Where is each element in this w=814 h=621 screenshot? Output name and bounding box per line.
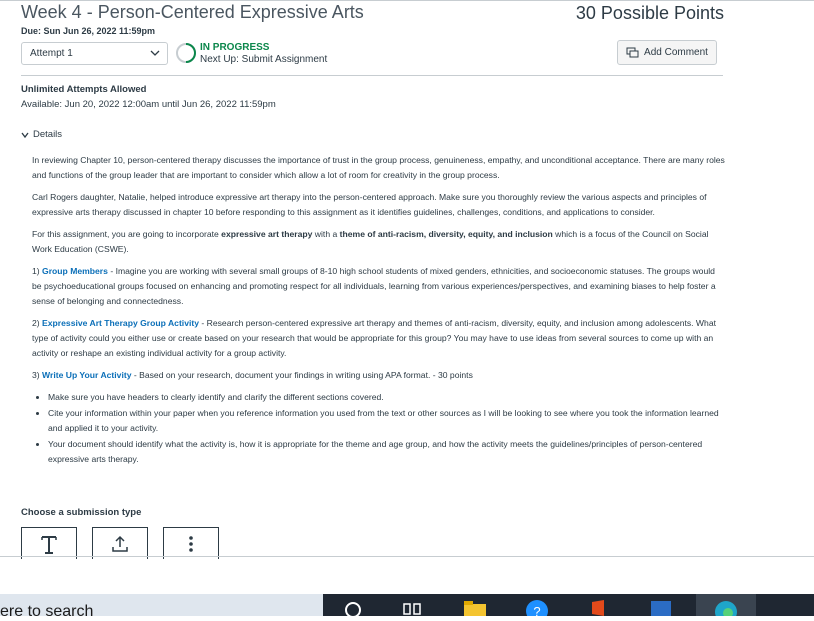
text-entry-button[interactable]	[21, 527, 77, 559]
help-icon[interactable]: ?	[524, 598, 550, 616]
word-icon[interactable]	[648, 598, 674, 616]
section-write-up: 3) Write Up Your Activity - Based on you…	[32, 370, 473, 380]
more-options-button[interactable]	[163, 527, 219, 559]
assignment-details: In reviewing Chapter 10, person-centered…	[32, 153, 726, 468]
office-icon[interactable]	[586, 598, 612, 616]
next-up-text: Next Up: Submit Assignment	[200, 54, 328, 65]
header-divider	[21, 75, 723, 76]
add-comment-button[interactable]: Add Comment	[617, 40, 717, 65]
bottom-divider	[0, 556, 814, 557]
file-upload-button[interactable]	[92, 527, 148, 559]
file-explorer-icon[interactable]	[462, 598, 488, 616]
due-date: Due: Sun Jun 26, 2022 11:59pm	[21, 26, 156, 36]
top-divider	[0, 0, 814, 1]
group-members-link[interactable]: Group Members	[42, 266, 108, 276]
details-paragraph-1: In reviewing Chapter 10, person-centered…	[32, 155, 725, 180]
details-paragraph-3: For this assignment, you are going to in…	[32, 229, 709, 254]
possible-points: 30 Possible Points	[575, 3, 724, 23]
list-item: Cite your information within your paper …	[48, 406, 726, 436]
details-paragraph-2: Carl Rogers daughter, Natalie, helped in…	[32, 192, 707, 217]
list-item: Your document should identify what the a…	[48, 437, 726, 467]
taskbar-search-box[interactable]: ere to search	[0, 603, 93, 621]
svg-text:?: ?	[533, 604, 540, 616]
details-toggle[interactable]: Details	[21, 129, 62, 140]
page-title: Week 4 - Person-Centered Expressive Arts	[21, 2, 364, 22]
attempt-select-value: Attempt 1	[30, 48, 73, 59]
edge-browser-icon[interactable]	[713, 598, 739, 616]
section-group-members: 1) Group Members - Imagine you are worki…	[32, 266, 716, 306]
upload-icon	[112, 535, 128, 552]
submission-type-heading: Choose a submission type	[21, 507, 142, 518]
emphasis-text: expressive art therapy	[221, 229, 313, 239]
more-options-icon	[189, 535, 193, 552]
task-view-icon[interactable]	[400, 598, 426, 616]
list-item: Make sure you have headers to clearly id…	[48, 390, 726, 405]
activity-link[interactable]: Expressive Art Therapy Group Activity	[42, 318, 199, 328]
attempt-select[interactable]: Attempt 1	[21, 42, 168, 65]
chevron-down-icon	[21, 132, 29, 138]
chevron-down-icon	[150, 50, 160, 56]
status-badge: IN PROGRESS	[200, 42, 270, 53]
search-icon[interactable]	[340, 598, 366, 616]
section-activity: 2) Expressive Art Therapy Group Activity…	[32, 318, 716, 358]
emphasis-text: theme of anti-racism, diversity, equity,…	[339, 229, 553, 239]
availability-info: Available: Jun 20, 2022 12:00am until Ju…	[21, 99, 276, 110]
attempts-info: Unlimited Attempts Allowed	[21, 84, 147, 95]
progress-ring-icon	[176, 43, 196, 63]
details-label: Details	[33, 129, 63, 140]
write-up-link[interactable]: Write Up Your Activity	[42, 370, 131, 380]
add-comment-label: Add Comment	[644, 47, 708, 58]
comment-icon	[626, 47, 639, 57]
text-entry-icon	[41, 535, 57, 554]
requirements-list: Make sure you have headers to clearly id…	[32, 390, 726, 467]
